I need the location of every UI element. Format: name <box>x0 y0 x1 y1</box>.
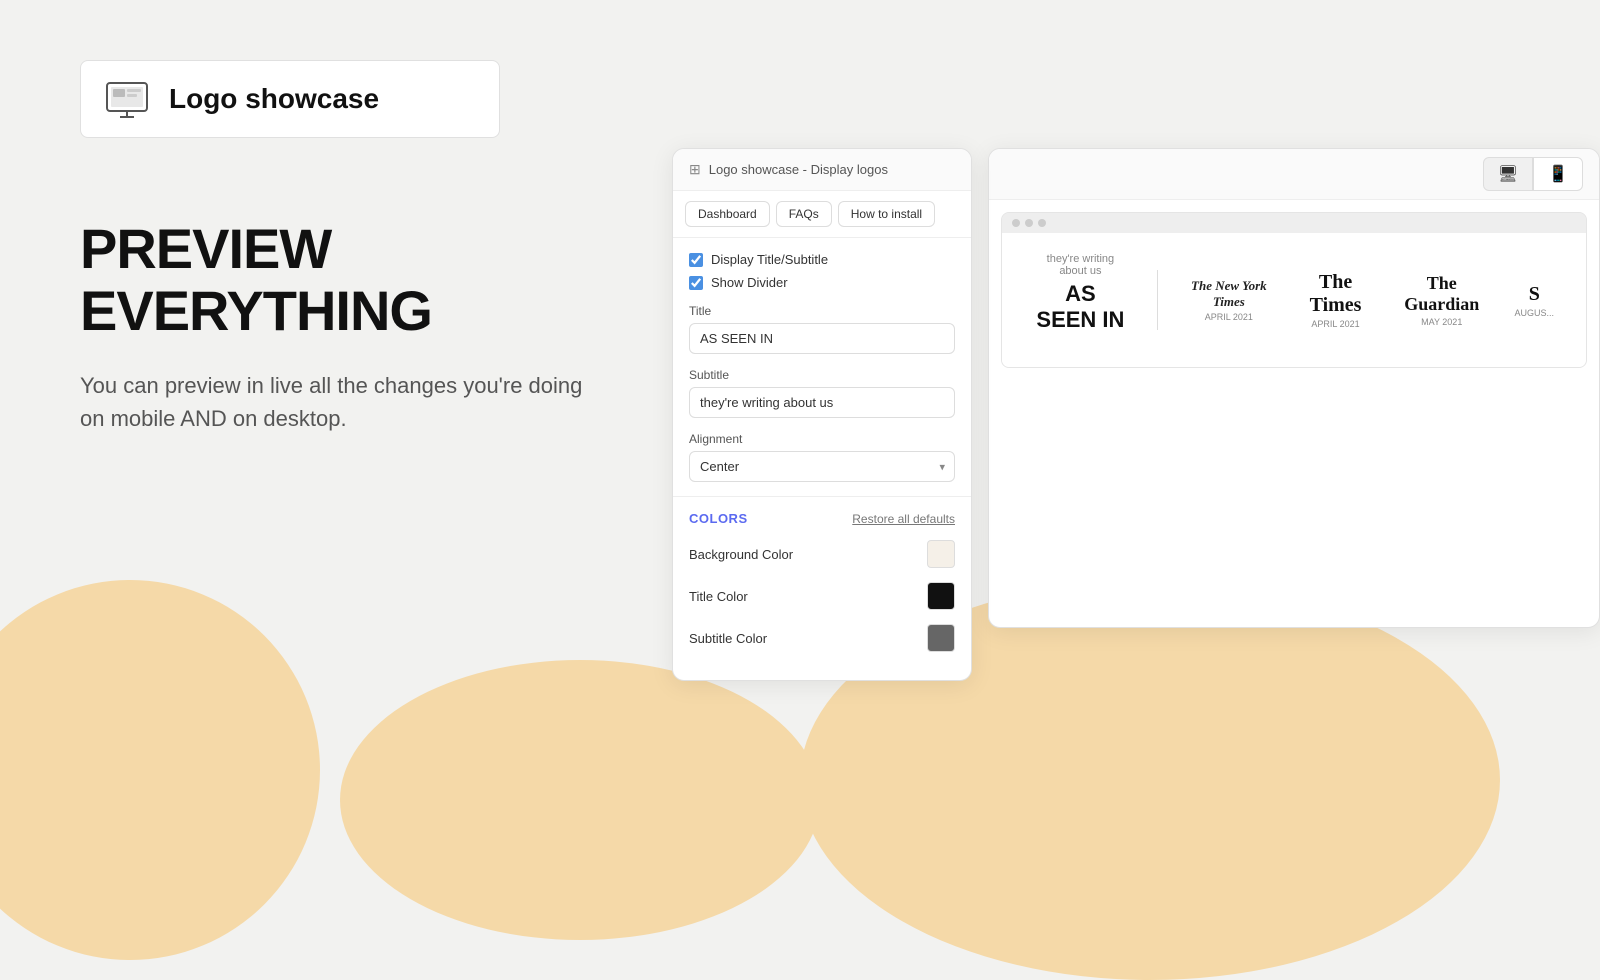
partial-name: S <box>1515 283 1555 306</box>
as-seen-in-block: they're writing about us AS SEEN IN <box>1018 253 1143 347</box>
title-color-swatch[interactable] <box>927 582 955 610</box>
nyt-date: APRIL 2021 <box>1188 312 1271 322</box>
showcase-content: they're writing about us AS SEEN IN The … <box>1002 233 1586 367</box>
title-field-label: Title <box>689 304 955 318</box>
show-divider-checkbox[interactable] <box>689 276 703 290</box>
logo-card: Logo showcase <box>80 60 500 138</box>
browser-bar <box>1002 213 1586 233</box>
alignment-select[interactable]: Center Left Right <box>689 451 955 482</box>
showcase-title: AS SEEN IN <box>1034 281 1127 333</box>
browser-dot-1 <box>1012 219 1020 227</box>
panel-icon: ⊞ <box>689 161 701 178</box>
colors-section-title: COLORS <box>689 511 748 526</box>
settings-panel: ⊞ Logo showcase - Display logos Dashboar… <box>672 148 972 681</box>
subtitle-field-group: Subtitle <box>689 368 955 418</box>
show-divider-row: Show Divider <box>689 275 955 290</box>
panel-tabs: Dashboard FAQs How to install <box>673 191 971 238</box>
tab-dashboard[interactable]: Dashboard <box>685 201 770 227</box>
subtitle-input[interactable] <box>689 387 955 418</box>
partial-date: AUGUS... <box>1515 308 1555 318</box>
display-title-checkbox[interactable] <box>689 253 703 267</box>
panel-header-title: Logo showcase - Display logos <box>709 162 888 177</box>
show-divider-label: Show Divider <box>711 275 788 290</box>
subtitle-field-label: Subtitle <box>689 368 955 382</box>
times-date: APRIL 2021 <box>1302 319 1369 329</box>
partial-logo-item: S AUGUS... <box>1499 283 1571 318</box>
times-logo-item: The Times APRIL 2021 <box>1286 271 1385 329</box>
preview-device-bar: 🖥 📱 <box>989 149 1599 200</box>
alignment-select-wrapper: Center Left Right ▾ <box>689 451 955 482</box>
subtitle-color-swatch[interactable] <box>927 624 955 652</box>
logo-card-title: Logo showcase <box>169 83 379 115</box>
tab-how-to-install[interactable]: How to install <box>838 201 935 227</box>
guardian-date: MAY 2021 <box>1401 317 1483 327</box>
background-color-label: Background Color <box>689 547 793 562</box>
logo-showcase-icon <box>105 77 149 121</box>
preview-browser: they're writing about us AS SEEN IN The … <box>1001 212 1587 368</box>
guardian-logo-item: The Guardian MAY 2021 <box>1385 273 1499 327</box>
background-color-swatch[interactable] <box>927 540 955 568</box>
nyt-logo-item: The New York Times APRIL 2021 <box>1172 278 1287 321</box>
display-title-row: Display Title/Subtitle <box>689 252 955 267</box>
guardian-name: The Guardian <box>1401 273 1483 315</box>
browser-dot-2 <box>1025 219 1033 227</box>
subtitle-color-label: Subtitle Color <box>689 631 767 646</box>
tablet-view-button[interactable]: 📱 <box>1533 157 1583 191</box>
title-color-label: Title Color <box>689 589 748 604</box>
divider <box>1157 270 1158 330</box>
subtitle-color-row: Subtitle Color <box>689 624 955 652</box>
logos-row: they're writing about us AS SEEN IN The … <box>1018 253 1570 347</box>
background-color-row: Background Color <box>689 540 955 568</box>
showcase-subtitle: they're writing about us <box>1034 253 1127 277</box>
tab-faqs[interactable]: FAQs <box>776 201 832 227</box>
nyt-name: The New York Times <box>1188 278 1271 309</box>
restore-defaults-link[interactable]: Restore all defaults <box>852 512 955 526</box>
panel-header: ⊞ Logo showcase - Display logos <box>673 149 971 191</box>
panel-body: Display Title/Subtitle Show Divider Titl… <box>673 238 971 496</box>
display-title-label: Display Title/Subtitle <box>711 252 828 267</box>
browser-dot-3 <box>1038 219 1046 227</box>
colors-section: COLORS Restore all defaults Background C… <box>673 496 971 680</box>
title-color-row: Title Color <box>689 582 955 610</box>
desktop-view-button[interactable]: 🖥 <box>1483 157 1533 191</box>
left-panel: Logo showcase PREVIEW EVERYTHING You can… <box>0 0 670 900</box>
title-field-group: Title <box>689 304 955 354</box>
main-body: You can preview in live all the changes … <box>80 369 600 435</box>
alignment-field-label: Alignment <box>689 432 955 446</box>
main-heading: PREVIEW EVERYTHING <box>80 218 610 341</box>
preview-window: 🖥 📱 they're writing about us AS SEEN IN … <box>988 148 1600 628</box>
title-input[interactable] <box>689 323 955 354</box>
colors-header: COLORS Restore all defaults <box>689 511 955 526</box>
times-name: The Times <box>1302 271 1369 317</box>
alignment-field-group: Alignment Center Left Right ▾ <box>689 432 955 482</box>
